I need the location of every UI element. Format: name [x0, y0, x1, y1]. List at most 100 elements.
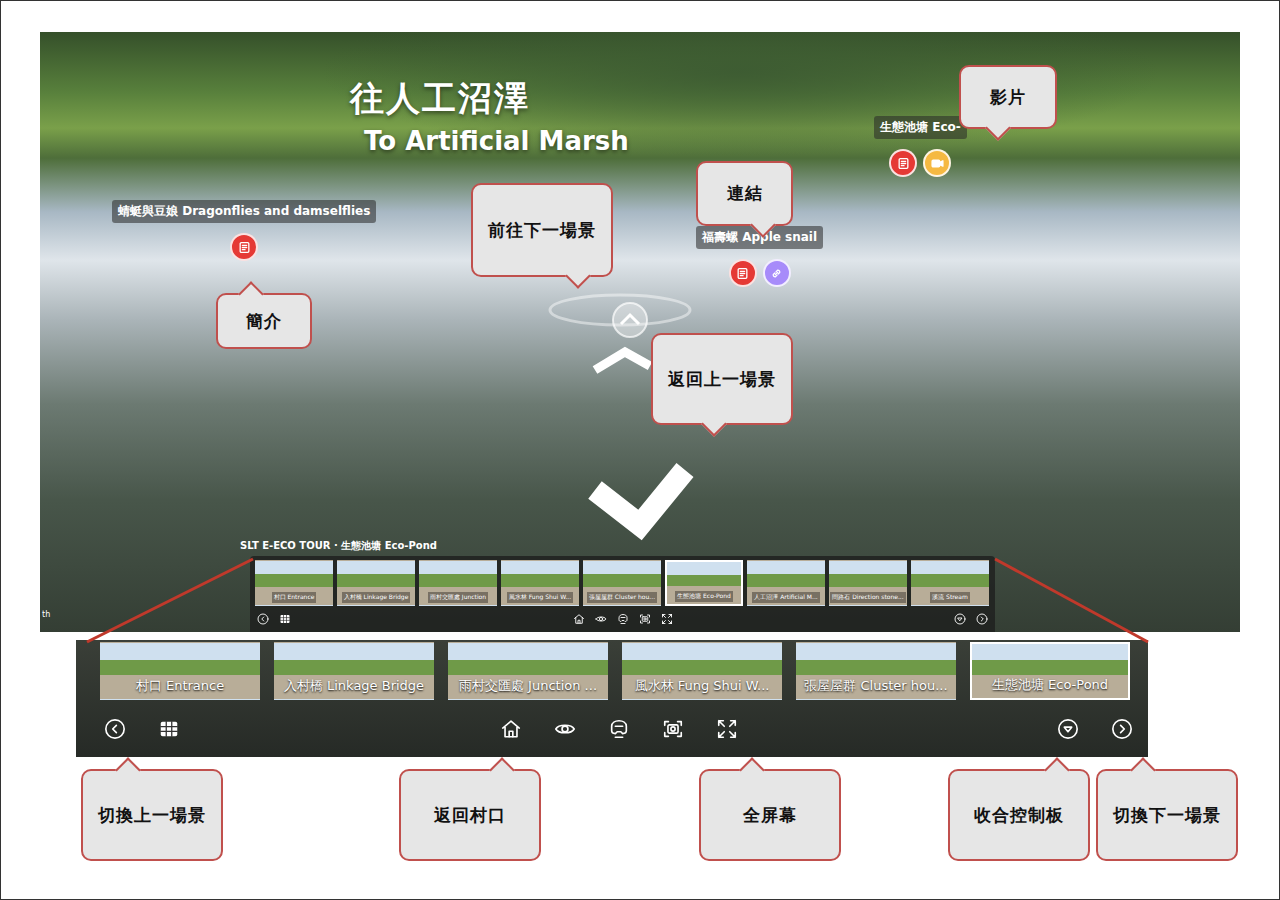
callout: 影片	[959, 65, 1057, 129]
next-icon[interactable]	[1111, 718, 1133, 740]
next-button[interactable]	[1111, 718, 1133, 740]
scene-thumbnail-label: 入村橋 Linkage Bridge	[284, 677, 424, 695]
scene-thumbnail-label: 雨村交匯處 Junction	[428, 592, 488, 603]
eye-icon[interactable]	[554, 718, 576, 740]
control-group-right	[673, 613, 989, 625]
callout-text: 收合控制板	[974, 804, 1064, 827]
prev-icon[interactable]	[257, 613, 269, 625]
scene-thumbnail[interactable]: 張屋屋群 Cluster hou...	[796, 642, 956, 700]
grid-button[interactable]	[279, 613, 291, 625]
vr-button[interactable]	[608, 718, 630, 740]
callout-tail	[489, 757, 514, 782]
info-icon	[238, 241, 251, 254]
grid-button[interactable]	[158, 718, 180, 740]
scene-thumbnail-label: 村口 Entrance	[136, 677, 224, 695]
collapse-icon[interactable]	[1057, 718, 1079, 740]
callout-tail	[739, 757, 764, 782]
info-button[interactable]	[729, 259, 757, 287]
prev-icon[interactable]	[104, 718, 126, 740]
scene-thumbnail[interactable]: 生態池塘 Eco-Pond	[970, 642, 1130, 700]
scene-thumbnail-label: 風水林 Fung Shui W...	[635, 677, 770, 695]
callout: 全屏幕	[699, 769, 841, 861]
forward-chevron-icon[interactable]	[595, 352, 650, 370]
hotspot-label: 生態池塘 Eco-	[874, 116, 967, 139]
home-icon[interactable]	[500, 718, 522, 740]
scene-thumbnail[interactable]: 入村橋 Linkage Bridge	[274, 642, 434, 700]
callout: 前往下一場景	[471, 183, 613, 277]
eye-button[interactable]	[595, 613, 607, 625]
scene-thumbnail[interactable]: 入村橋 Linkage Bridge	[337, 560, 415, 606]
link-button[interactable]	[763, 259, 791, 287]
scene-thumbnail[interactable]: 生態池塘 Eco-Pond	[665, 560, 743, 606]
scene-thumbnail[interactable]: 溪流 Stream	[911, 560, 989, 606]
scene-title-en: To Artificial Marsh	[364, 126, 629, 156]
scene-thumbnail[interactable]: 人工沼澤 Artificial M...	[747, 560, 825, 606]
callout-text: 切換上一場景	[98, 804, 206, 827]
fullscreen-icon[interactable]	[661, 613, 673, 625]
scene-thumbnail[interactable]: 問路石 Direction stone...	[829, 560, 907, 606]
scene-thumbnail[interactable]: 張屋屋群 Cluster hou...	[583, 560, 661, 606]
prev-button[interactable]	[104, 718, 126, 740]
collapse-icon[interactable]	[954, 613, 966, 625]
scene-thumbnails: 村口 Entrance 入村橋 Linkage Bridge 雨村交匯處 Junct…	[76, 642, 1148, 700]
vr-icon[interactable]	[617, 613, 629, 625]
eye-button[interactable]	[554, 718, 576, 740]
back-chevron-icon[interactable]	[595, 470, 685, 525]
tour-control-bar: 村口 Entrance 入村橋 Linkage Bridge 雨村交匯處 Junct…	[250, 556, 995, 632]
callout: 返回上一場景	[651, 333, 793, 425]
collapse-button[interactable]	[1057, 718, 1079, 740]
next-button[interactable]	[976, 613, 988, 625]
control-group-center	[500, 718, 738, 740]
video-button[interactable]	[923, 149, 951, 177]
scene-thumbnail[interactable]: 風水林 Fung Shui W...	[622, 642, 782, 700]
zoom-guide-lines	[1, 1, 1280, 900]
tour-title: SLT E-ECO TOUR · 生態池塘 Eco-Pond	[240, 539, 437, 553]
guide-page: 往人工沼澤 To Artificial Marsh 蜻蜓與豆娘 Dragonfl…	[0, 0, 1280, 900]
scene-thumbnail-label: 生態池塘 Eco-Pond	[992, 676, 1108, 694]
next-icon[interactable]	[976, 613, 988, 625]
vr-button[interactable]	[617, 613, 629, 625]
collapse-button[interactable]	[954, 613, 966, 625]
info-button[interactable]	[230, 233, 258, 261]
fullscreen-button[interactable]	[716, 718, 738, 740]
fullscreen-button[interactable]	[661, 613, 673, 625]
scene-title: 往人工沼澤 To Artificial Marsh	[350, 76, 629, 156]
prev-button[interactable]	[257, 613, 269, 625]
scene-thumbnail[interactable]: 風水林 Fung Shui W...	[501, 560, 579, 606]
callout-tail	[115, 757, 140, 782]
scene-thumbnail-label: 村口 Entrance	[272, 592, 317, 603]
scene-thumbnail[interactable]: 村口 Entrance	[255, 560, 333, 606]
callout: 簡介	[216, 293, 312, 349]
scene-thumbnail[interactable]: 村口 Entrance	[100, 642, 260, 700]
fullscreen-icon[interactable]	[716, 718, 738, 740]
forward-ring[interactable]	[550, 295, 690, 337]
home-button[interactable]	[573, 613, 585, 625]
eye-icon[interactable]	[595, 613, 607, 625]
callout-text: 返回上一場景	[668, 368, 776, 391]
control-group-left	[104, 718, 500, 740]
screenshot-icon[interactable]	[662, 718, 684, 740]
callout-tail	[1130, 757, 1155, 782]
control-group-left	[257, 613, 573, 625]
callout-text: 簡介	[246, 310, 282, 333]
home-button[interactable]	[500, 718, 522, 740]
info-button[interactable]	[889, 149, 917, 177]
screenshot-button[interactable]	[662, 718, 684, 740]
grid-icon[interactable]	[279, 613, 291, 625]
screenshot-icon[interactable]	[639, 613, 651, 625]
hotspot-buttons	[889, 149, 951, 177]
callout-tail	[1044, 757, 1069, 782]
scene-thumbnail[interactable]: 雨村交匯處 Junction ...	[448, 642, 608, 700]
scene-thumbnail[interactable]: 雨村交匯處 Junction	[419, 560, 497, 606]
screenshot-button[interactable]	[639, 613, 651, 625]
control-row	[255, 608, 990, 630]
hotspot-label: 蜻蜓與豆娘 Dragonflies and damselflies	[112, 200, 376, 223]
home-icon[interactable]	[573, 613, 585, 625]
scene-thumbnail-label: 溪流 Stream	[930, 592, 970, 603]
scene-thumbnail-label: 張屋屋群 Cluster hou...	[587, 592, 657, 603]
vr-icon[interactable]	[608, 718, 630, 740]
callout-text: 影片	[990, 86, 1026, 109]
control-group-right	[738, 718, 1134, 740]
grid-icon[interactable]	[158, 718, 180, 740]
hotspot: 生態池塘 Eco-	[874, 116, 967, 177]
